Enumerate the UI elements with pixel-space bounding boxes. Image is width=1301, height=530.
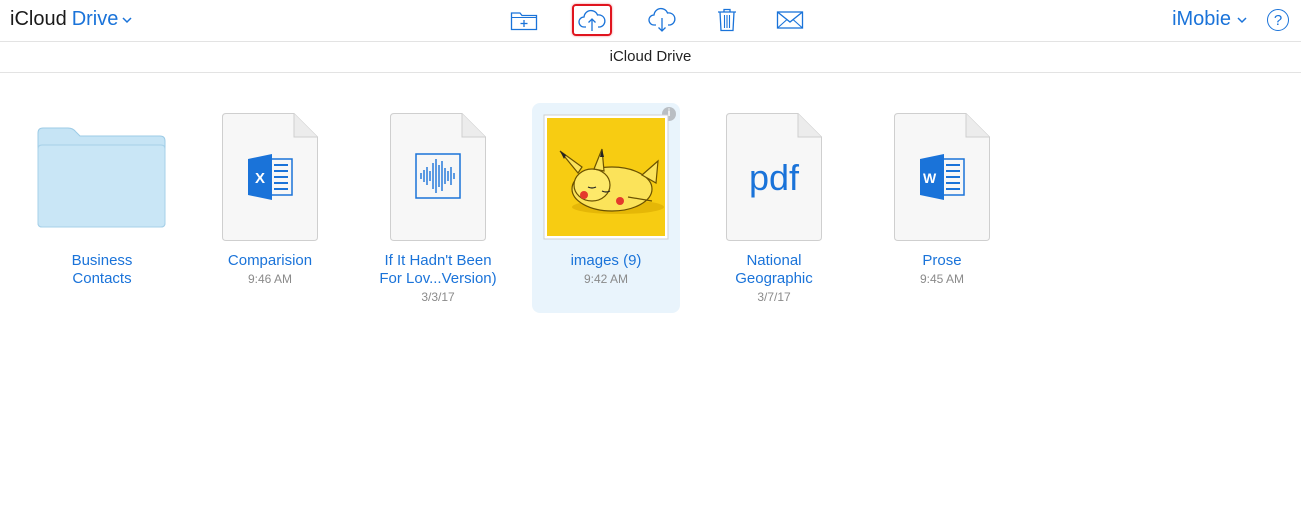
location-bar: iCloud Drive: [0, 42, 1301, 73]
pdf-icon: pdf: [726, 113, 822, 241]
folder-plus-icon: [510, 12, 538, 31]
audio-waveform-icon: [390, 113, 486, 241]
file-name: Prose 9:45 AM: [868, 252, 1016, 287]
file-name: images (9) 9:42 AM: [532, 252, 680, 287]
file-date: 3/3/17: [421, 290, 455, 304]
file-name: If It Hadn't Been For Lov...Version) 3/3/…: [364, 252, 512, 305]
email-button[interactable]: [770, 4, 810, 36]
new-folder-button[interactable]: [504, 4, 544, 36]
file-name: National Geographic 3/7/17: [700, 252, 848, 305]
file-item-business-contacts[interactable]: Business Contacts: [28, 103, 176, 313]
file-date: 3/7/17: [757, 290, 791, 304]
help-button[interactable]: ?: [1267, 9, 1289, 31]
file-thumbnail: W: [868, 103, 1016, 251]
delete-button[interactable]: [707, 4, 747, 36]
file-date: 9:46 AM: [247, 272, 293, 286]
app-name: iCloud: [10, 8, 67, 30]
cloud-upload-icon: [578, 9, 606, 31]
file-grid: BusinessContacts X Comparision 9:46 AM: [0, 73, 1301, 530]
file-thumbnail: [28, 103, 176, 251]
cloud-download-icon: [648, 7, 676, 32]
download-button[interactable]: [642, 4, 682, 36]
image-thumbnail: [543, 114, 669, 240]
file-thumbnail: X: [196, 103, 344, 251]
folder-icon: [37, 127, 166, 228]
chevron-down-icon: [122, 16, 132, 23]
location-title: iCloud Drive: [609, 48, 692, 65]
file-name: Business Contacts: [71, 252, 133, 287]
file-thumbnail: pdf: [700, 103, 848, 251]
help-icon: ?: [1273, 11, 1283, 29]
file-item-prose[interactable]: W Prose 9:45 AM: [868, 103, 1016, 313]
file-item-national-geographic[interactable]: pdf National Geographic 3/7/17: [700, 103, 848, 313]
file-item-comparision[interactable]: X Comparision 9:46 AM: [196, 103, 344, 313]
file-thumbnail: [532, 103, 680, 251]
trash-icon: [718, 8, 736, 32]
app-switcher[interactable]: iCloud Drive: [10, 8, 132, 31]
user-name: iMobie: [1172, 8, 1231, 30]
account-menu[interactable]: iMobie: [1172, 8, 1247, 31]
file-thumbnail: [364, 103, 512, 251]
top-bar: iCloud Drive iMobie ?: [0, 0, 1301, 42]
mail-icon: [776, 11, 804, 29]
excel-icon: X: [222, 113, 318, 241]
service-name: Drive: [71, 8, 119, 30]
svg-text:W: W: [923, 170, 937, 186]
file-date: 9:45 AM: [919, 272, 965, 286]
svg-text:pdf: pdf: [749, 157, 800, 198]
svg-text:X: X: [255, 170, 265, 187]
file-item-audio[interactable]: If It Hadn't Been For Lov...Version) 3/3/…: [364, 103, 512, 313]
file-date: 9:42 AM: [583, 272, 629, 286]
file-name: Comparision 9:46 AM: [196, 252, 344, 287]
word-icon: W: [894, 113, 990, 241]
chevron-down-icon: [1237, 16, 1247, 23]
upload-button[interactable]: [572, 4, 612, 36]
file-item-images[interactable]: i images (9) 9:42 AM: [532, 103, 680, 313]
